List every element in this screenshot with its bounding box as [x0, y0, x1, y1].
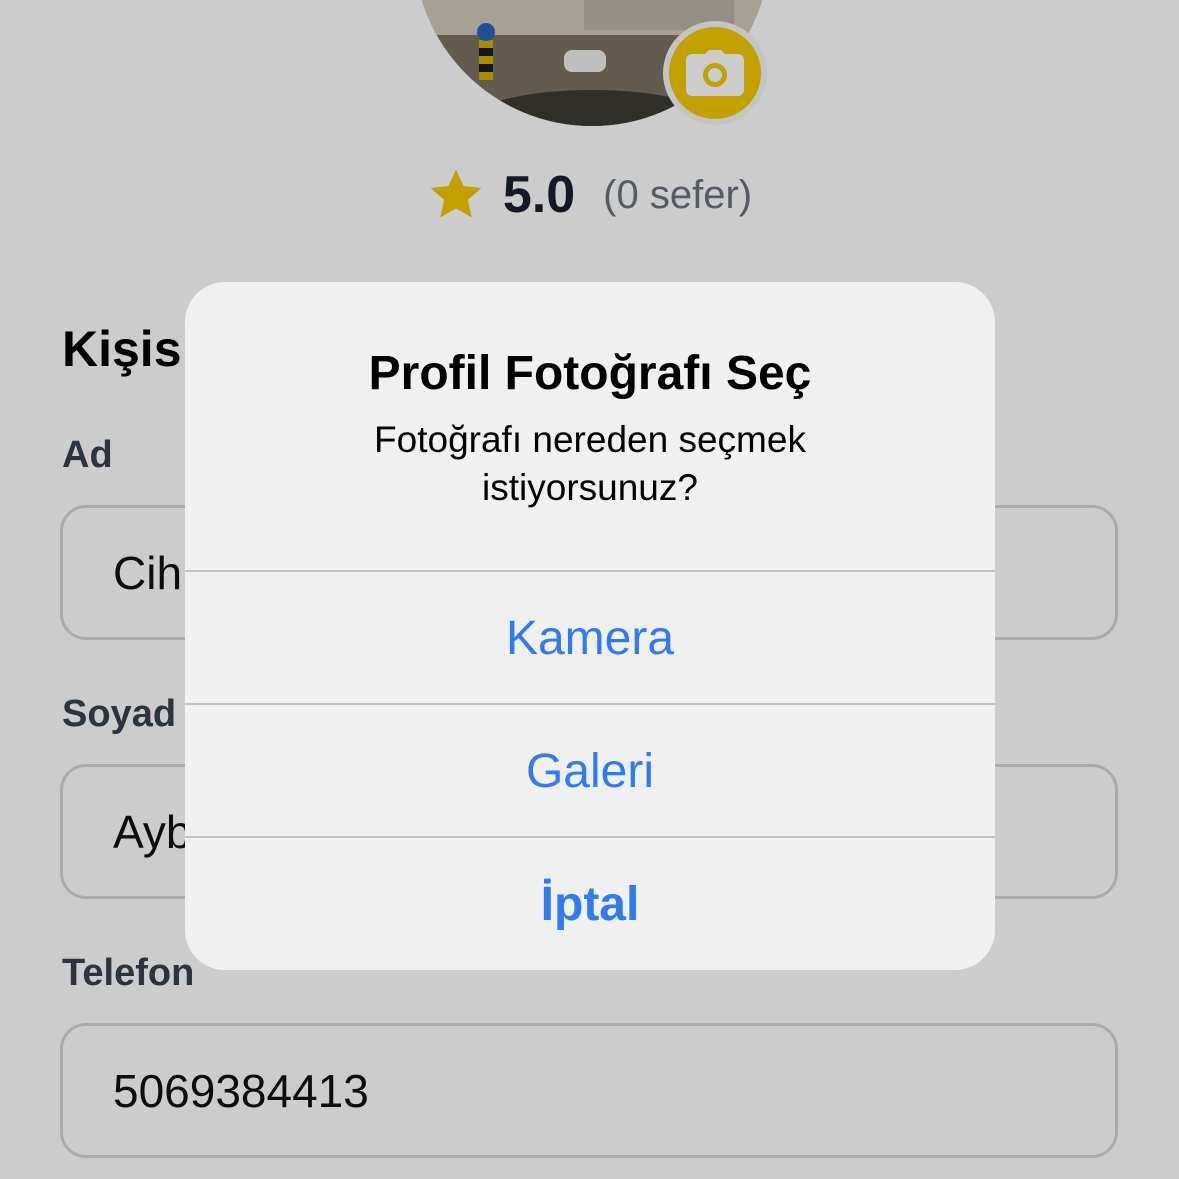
camera-option-button[interactable]: Kamera	[185, 572, 995, 704]
alert-title: Profil Fotoğrafı Seç	[368, 347, 812, 400]
alert-message: Fotoğrafı nereden seçmek istiyorsunuz?	[374, 419, 806, 508]
cancel-button[interactable]: İptal	[185, 838, 995, 970]
gallery-option-button[interactable]: Galeri	[185, 705, 995, 837]
